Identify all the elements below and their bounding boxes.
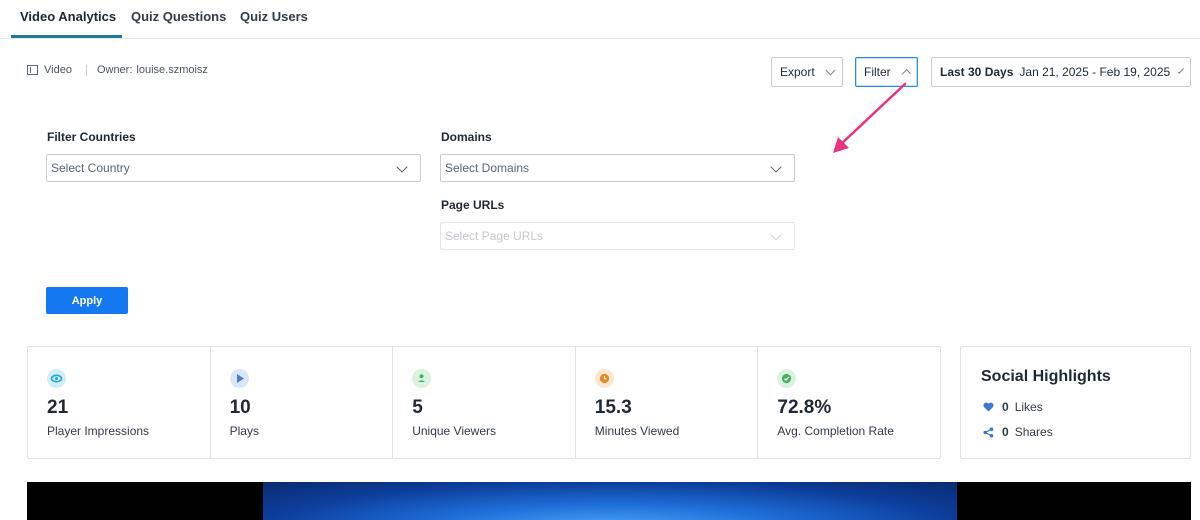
stat-label: Avg. Completion Rate — [777, 424, 894, 438]
active-tab-indicator — [11, 35, 122, 38]
check-circle-icon — [777, 369, 797, 388]
chevron-down-icon — [825, 65, 836, 75]
stat-value: 10 — [229, 397, 251, 418]
domains-select[interactable]: Select Domains — [440, 154, 795, 182]
stat-minutes-viewed: 15.3 Minutes Viewed — [576, 347, 759, 458]
country-select[interactable]: Select Country — [46, 154, 421, 182]
stat-avg-completion-rate: 72.8% Avg. Completion Rate — [758, 347, 940, 458]
stat-unique-viewers: 5 Unique Viewers — [393, 347, 576, 458]
divider — [85, 64, 87, 76]
date-range-value: Jan 21, 2025 - Feb 19, 2025 — [1019, 65, 1171, 79]
stat-label: Minutes Viewed — [594, 424, 680, 438]
chevron-up-icon — [901, 68, 911, 79]
date-preset-label: Last 30 Days — [940, 65, 1014, 79]
tab-video-analytics[interactable]: Video Analytics — [20, 9, 116, 24]
shares-label: Shares — [1014, 425, 1053, 439]
eye-icon — [47, 369, 66, 388]
user-icon — [412, 369, 432, 388]
video-player[interactable] — [27, 482, 1191, 520]
stat-value: 72.8% — [777, 397, 832, 418]
stat-label: Plays — [229, 424, 259, 438]
annotation-arrow — [833, 82, 907, 153]
likes-label: Likes — [1014, 400, 1043, 414]
media-type-label: Video — [44, 64, 72, 76]
stat-label: Unique Viewers — [412, 424, 497, 438]
video-icon — [27, 65, 38, 75]
stat-value: 5 — [412, 397, 423, 418]
shares-count: 0 — [1002, 425, 1009, 439]
social-highlights-panel: Social Highlights 0 Likes 0 Shares — [960, 346, 1191, 459]
clock-icon — [594, 369, 614, 388]
page-urls-select-placeholder: Select Page URLs — [445, 229, 544, 243]
stat-player-impressions: 21 Player Impressions — [28, 347, 211, 458]
filter-countries-label: Filter Countries — [47, 130, 136, 144]
chevron-down-icon — [396, 161, 408, 173]
country-select-placeholder: Select Country — [51, 161, 130, 175]
owner-label: Owner: — [96, 64, 133, 76]
page-urls-select: Select Page URLs — [440, 222, 795, 250]
stat-plays: 10 Plays — [211, 347, 394, 458]
share-icon — [983, 426, 994, 438]
stat-value: 21 — [47, 397, 69, 418]
stats-panel: 21 Player Impressions 10 Plays 5 Unique … — [27, 346, 941, 459]
likes-count: 0 — [1002, 400, 1009, 414]
stat-value: 15.3 — [594, 397, 632, 418]
filter-label: Filter — [864, 65, 891, 79]
owner-value: louise.szmoisz — [136, 64, 208, 76]
chevron-down-icon — [770, 229, 782, 241]
play-icon — [229, 369, 249, 388]
stat-label: Player Impressions — [47, 424, 150, 438]
domains-select-placeholder: Select Domains — [445, 161, 530, 175]
apply-button[interactable]: Apply — [46, 287, 128, 314]
chevron-down-icon — [1177, 66, 1185, 74]
domains-label: Domains — [441, 130, 492, 144]
shares-row: 0 Shares — [983, 425, 1053, 439]
tab-bar: Video Analytics Quiz Questions Quiz User… — [0, 0, 1200, 39]
chevron-down-icon — [770, 161, 782, 173]
export-label: Export — [780, 65, 815, 79]
heart-icon — [983, 402, 994, 412]
video-meta: Video Owner: louise.szmoisz — [27, 64, 208, 76]
tab-quiz-questions[interactable]: Quiz Questions — [131, 9, 226, 24]
likes-row: 0 Likes — [983, 400, 1043, 414]
tab-quiz-users[interactable]: Quiz Users — [240, 9, 308, 24]
social-highlights-title: Social Highlights — [981, 368, 1111, 385]
page-urls-label: Page URLs — [441, 198, 505, 212]
date-range-dropdown[interactable]: Last 30 Days Jan 21, 2025 - Feb 19, 2025 — [931, 57, 1191, 87]
video-frame — [263, 482, 957, 520]
